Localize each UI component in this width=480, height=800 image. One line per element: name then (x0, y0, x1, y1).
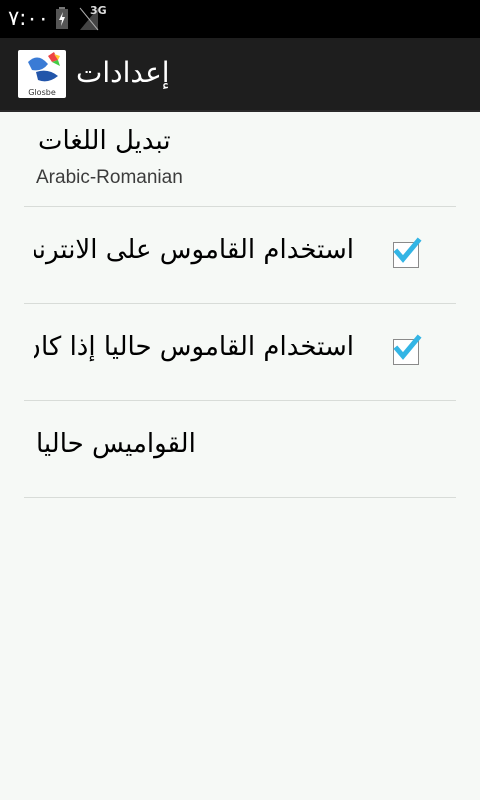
setting-current-dictionary[interactable]: استخدام القاموس حاليا إذا كان (24, 304, 456, 401)
setting-online-dictionary[interactable]: استخدام القاموس على الانترنت (24, 207, 456, 304)
setting-current-dictionaries[interactable]: القواميس حاليا (24, 401, 456, 498)
battery-icon (56, 7, 68, 29)
network-type-label: 3G (90, 4, 107, 17)
setting-change-languages[interactable]: تبديل اللغات Arabic-Romanian (24, 112, 456, 207)
checkmark-icon (393, 237, 422, 263)
status-bar: ٧:٠٠ 3G (0, 0, 480, 38)
online-dictionary-checkbox[interactable] (393, 237, 422, 268)
current-dictionary-checkbox[interactable] (393, 334, 422, 365)
page-title: إعدادات (76, 56, 170, 89)
setting-title: تبديل اللغات (38, 126, 171, 156)
setting-title: القواميس حاليا (36, 429, 196, 459)
checkmark-icon (393, 334, 422, 360)
app-icon-label: Glosbe (28, 88, 56, 97)
settings-list: تبديل اللغات Arabic-Romanian استخدام الق… (24, 112, 456, 498)
globe-book-icon (28, 52, 60, 82)
setting-summary: Arabic-Romanian (36, 167, 183, 188)
setting-text-clip: استخدام القاموس على الانترنت (34, 235, 354, 275)
status-clock: ٧:٠٠ (8, 6, 49, 30)
action-bar: Glosbe إعدادات (0, 38, 480, 112)
setting-title: استخدام القاموس حاليا إذا كان (34, 332, 354, 362)
setting-title: استخدام القاموس على الانترنت (34, 235, 354, 265)
app-icon[interactable]: Glosbe (18, 50, 66, 98)
setting-text-clip: استخدام القاموس حاليا إذا كان (34, 332, 354, 372)
